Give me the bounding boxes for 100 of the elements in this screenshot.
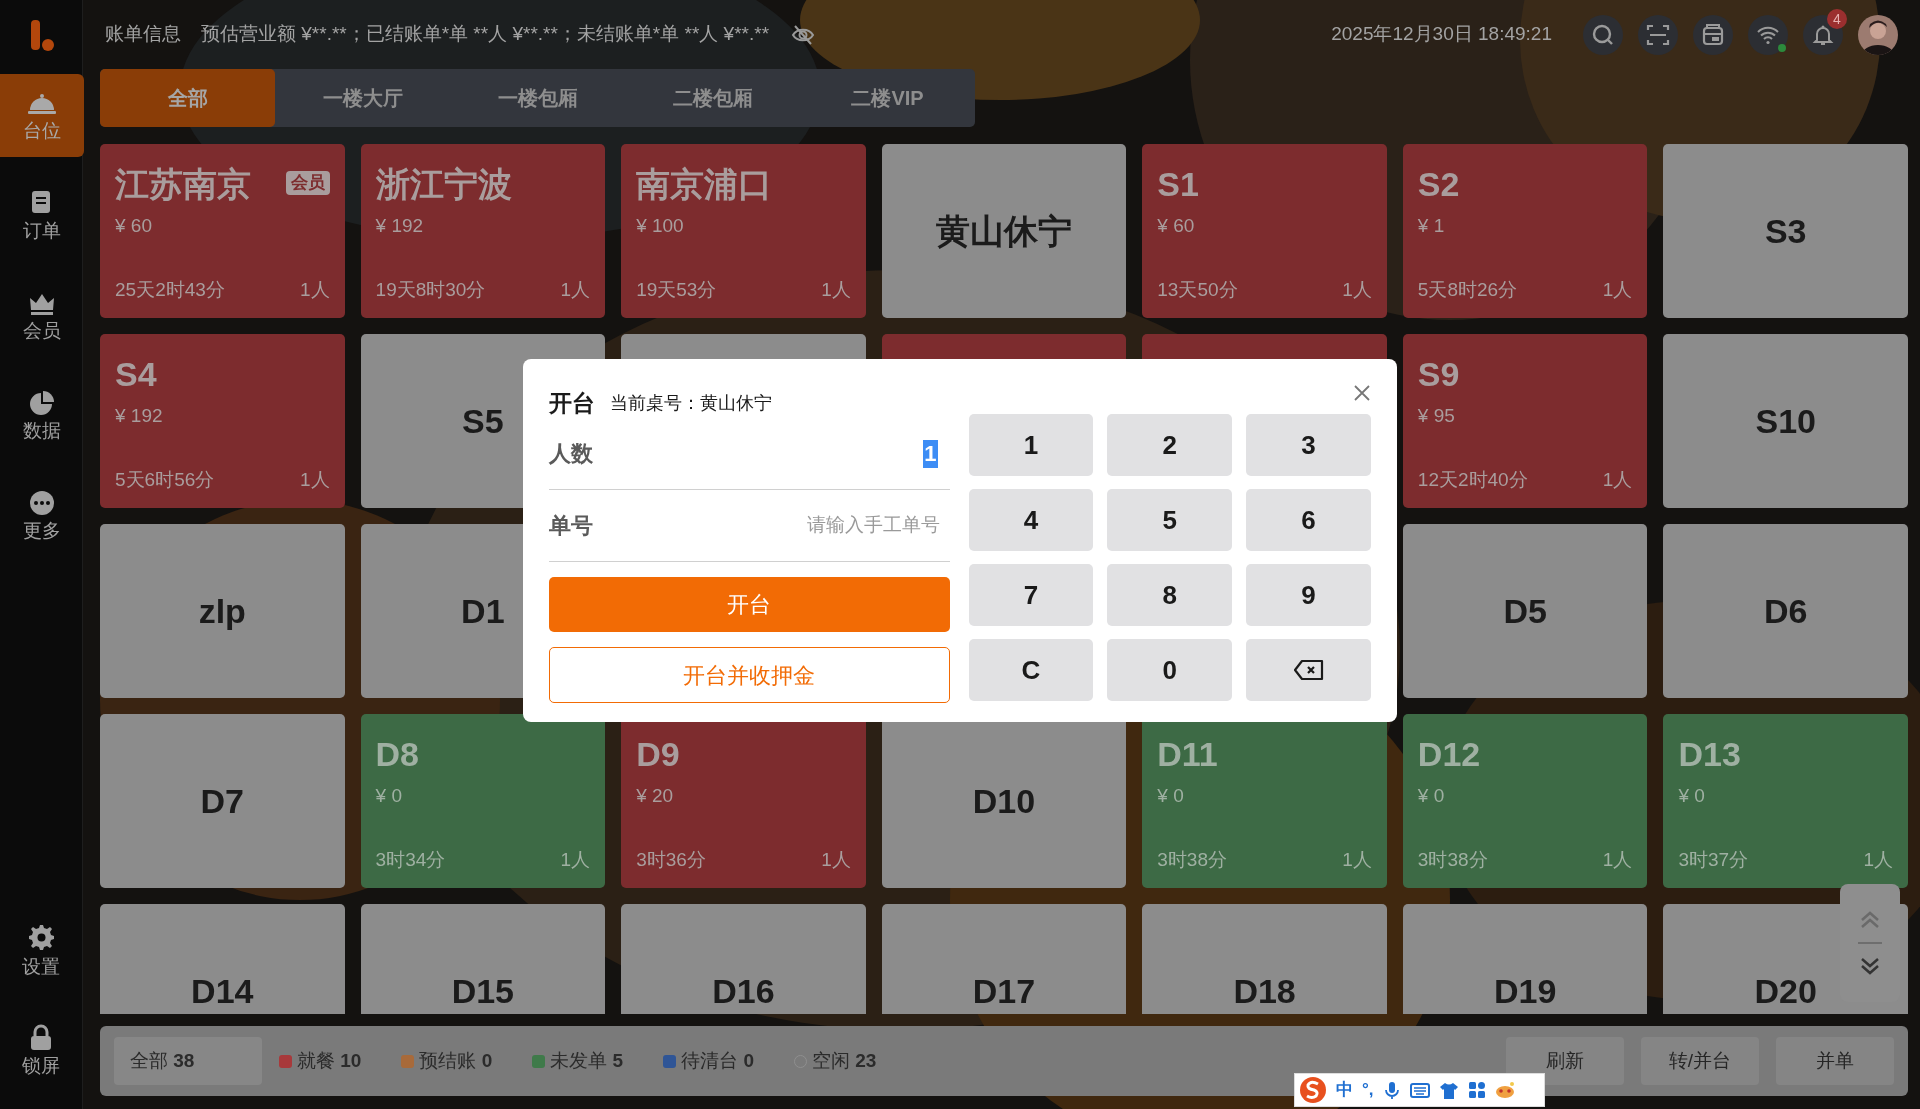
table-card[interactable]: zlp bbox=[100, 524, 345, 698]
shirt-icon[interactable] bbox=[1438, 1080, 1459, 1100]
close-icon[interactable] bbox=[1353, 384, 1371, 402]
keypad-key[interactable]: C bbox=[968, 639, 1094, 701]
action-button[interactable]: 刷新 bbox=[1506, 1037, 1624, 1085]
table-name: S3 bbox=[1764, 210, 1807, 252]
sidebar-item[interactable]: 订单 bbox=[0, 174, 84, 257]
ime-mode[interactable]: 中 bbox=[1336, 1077, 1353, 1103]
table-card[interactable]: D7 bbox=[100, 714, 345, 888]
table-name: 南京浦口 bbox=[636, 164, 773, 204]
table-card[interactable]: S10 bbox=[1663, 334, 1908, 508]
deposit-button[interactable]: 开台并收押金 bbox=[549, 647, 950, 703]
table-card[interactable]: D15 bbox=[360, 904, 606, 1014]
table-card[interactable]: D6 bbox=[1663, 524, 1908, 698]
input-field[interactable]: 请输入手工单号 bbox=[749, 511, 950, 540]
guest-count: 1人 bbox=[300, 277, 330, 302]
table-card[interactable]: S2 ¥ 1 5天8时26分 1人 bbox=[1402, 144, 1648, 318]
table-name: S1 bbox=[1157, 164, 1199, 204]
keypad-key[interactable]: 1 bbox=[968, 414, 1094, 476]
table-card[interactable]: D14 bbox=[100, 904, 345, 1014]
elapsed-time: 25天2时43分 bbox=[115, 277, 225, 302]
table-card[interactable]: S9 ¥ 95 12天2时40分 1人 bbox=[1402, 334, 1648, 508]
table-amount: ¥ 0 bbox=[375, 784, 402, 808]
microphone-icon[interactable] bbox=[1382, 1080, 1401, 1100]
table-card[interactable]: D19 bbox=[1402, 904, 1648, 1014]
table-name: S4 bbox=[115, 354, 157, 394]
tab[interactable]: 全部 bbox=[100, 69, 275, 127]
emoji-icon[interactable] bbox=[1494, 1081, 1515, 1099]
sidebar-item[interactable]: 数据 bbox=[0, 374, 84, 457]
sidebar-item[interactable]: 设置 bbox=[0, 909, 82, 992]
ime-mode[interactable]: °, bbox=[1362, 1077, 1374, 1103]
table-card[interactable]: D13 ¥ 0 3时37分 1人 bbox=[1663, 714, 1908, 888]
backspace-key[interactable] bbox=[1246, 639, 1371, 701]
elapsed-time: 5天6时56分 bbox=[115, 467, 215, 492]
keypad-key[interactable]: 4 bbox=[968, 489, 1094, 551]
elapsed-time: 3时38分 bbox=[1417, 847, 1488, 872]
keypad-key[interactable]: 8 bbox=[1107, 564, 1233, 626]
status-filter[interactable]: 全部 38 bbox=[114, 1037, 262, 1085]
action-button[interactable]: 并单 bbox=[1776, 1037, 1894, 1085]
table-name: D15 bbox=[451, 970, 515, 1012]
keypad-key[interactable]: 7 bbox=[968, 564, 1094, 626]
table-name: D17 bbox=[972, 970, 1036, 1012]
scan-icon[interactable] bbox=[1646, 22, 1670, 47]
table-name: D18 bbox=[1233, 970, 1296, 1012]
status-label: 就餐 10 bbox=[297, 1048, 362, 1073]
action-button[interactable]: 转/并台 bbox=[1641, 1037, 1759, 1085]
keypad-key[interactable]: 5 bbox=[1107, 489, 1233, 551]
open-table-button[interactable]: 开台 bbox=[549, 577, 950, 632]
table-card[interactable]: D16 bbox=[621, 904, 866, 1014]
table-card[interactable]: D18 bbox=[1142, 904, 1387, 1014]
sidebar-item[interactable]: 会员 bbox=[0, 274, 84, 357]
elapsed-time: 5天8时26分 bbox=[1417, 277, 1518, 302]
table-amount: ¥ 1 bbox=[1417, 214, 1445, 238]
table-card[interactable]: 江苏南京 会员 ¥ 60 25天2时43分 1人 bbox=[100, 144, 345, 318]
tab[interactable]: 二楼包厢 bbox=[625, 69, 800, 127]
guest-count: 1人 bbox=[821, 277, 851, 302]
table-card[interactable]: D8 ¥ 0 3时34分 1人 bbox=[360, 714, 606, 888]
elapsed-time: 19天53分 bbox=[636, 277, 717, 302]
table-name: 江苏南京 bbox=[115, 164, 251, 204]
table-name: S10 bbox=[1755, 400, 1816, 442]
member-badge: 会员 bbox=[285, 171, 330, 195]
sidebar-item[interactable]: 台位 bbox=[0, 74, 84, 157]
guest-count: 1人 bbox=[300, 467, 330, 492]
keypad-key[interactable]: 0 bbox=[1107, 639, 1233, 701]
date-time: 2025年12月30日 18:49:21 bbox=[1331, 22, 1552, 47]
table-name: D20 bbox=[1754, 970, 1817, 1012]
search-icon[interactable] bbox=[1591, 22, 1615, 47]
status-label: 空闲 23 bbox=[812, 1048, 877, 1073]
table-card[interactable]: D17 bbox=[881, 904, 1127, 1014]
table-card[interactable]: 南京浦口 ¥ 100 19天53分 1人 bbox=[621, 144, 866, 318]
table-card[interactable]: D5 bbox=[1402, 524, 1648, 698]
keypad-key[interactable]: 3 bbox=[1246, 414, 1371, 476]
table-name: S5 bbox=[462, 400, 504, 442]
apps-icon[interactable] bbox=[1467, 1081, 1486, 1099]
table-card[interactable]: S3 bbox=[1663, 144, 1908, 318]
input-field[interactable]: 1 bbox=[923, 439, 938, 468]
table-card[interactable]: S4 ¥ 192 5天6时56分 1人 bbox=[100, 334, 345, 508]
table-name: D19 bbox=[1493, 970, 1557, 1012]
scroll-down-icon[interactable] bbox=[1859, 956, 1881, 976]
printer-icon[interactable] bbox=[1701, 22, 1725, 47]
current-table: 当前桌号：黄山休宁 bbox=[610, 389, 772, 417]
sidebar-item[interactable]: 更多 bbox=[0, 474, 84, 557]
table-card[interactable]: D12 ¥ 0 3时38分 1人 bbox=[1402, 714, 1648, 888]
tab[interactable]: 一楼大厅 bbox=[275, 69, 450, 127]
table-card[interactable]: 浙江宁波 ¥ 192 19天8时30分 1人 bbox=[360, 144, 606, 318]
table-name: zlp bbox=[198, 590, 246, 632]
keypad-key[interactable]: 6 bbox=[1246, 489, 1371, 551]
status-label: 未发单 5 bbox=[550, 1048, 624, 1073]
sidebar-item[interactable]: 锁屏 bbox=[0, 1009, 82, 1092]
table-card[interactable]: 黄山休宁 bbox=[881, 144, 1127, 318]
ime-logo-icon bbox=[1299, 1076, 1327, 1104]
tab[interactable]: 二楼VIP bbox=[800, 69, 975, 127]
keyboard-icon[interactable] bbox=[1409, 1080, 1430, 1100]
keypad-key[interactable]: 9 bbox=[1246, 564, 1371, 626]
table-amount: ¥ 0 bbox=[1157, 784, 1184, 808]
tab[interactable]: 一楼包厢 bbox=[450, 69, 625, 127]
table-card[interactable]: S1 ¥ 60 13天50分 1人 bbox=[1142, 144, 1387, 318]
keypad-key[interactable]: 2 bbox=[1107, 414, 1233, 476]
elapsed-time: 3时36分 bbox=[636, 847, 706, 872]
guest-count: 1人 bbox=[1342, 277, 1372, 302]
